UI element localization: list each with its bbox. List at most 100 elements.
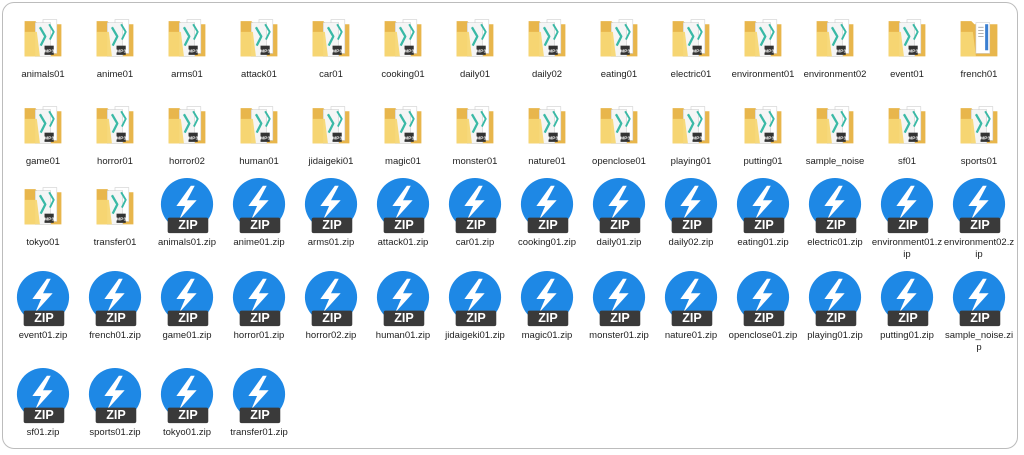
zip-file-item[interactable]: ZIP anime01.zip	[223, 177, 295, 270]
zip-archive-icon: ZIP	[301, 177, 361, 235]
folder-item[interactable]: MP3 car01	[295, 9, 367, 96]
folder-item[interactable]: MP3 electric01	[655, 9, 727, 96]
folder-item[interactable]: MP3 attack01	[223, 9, 295, 96]
mp3-folder-icon: MP3	[373, 9, 433, 67]
zip-file-item[interactable]: ZIP eating01.zip	[727, 177, 799, 270]
zip-file-item[interactable]: ZIP sports01.zip	[79, 367, 151, 448]
folder-item[interactable]: MP3 sf01	[871, 96, 943, 177]
grid-row-5: ZIP sf01.zip ZIP sports01.zip ZIP tokyo0…	[7, 367, 1017, 448]
folder-item[interactable]: MP3 animals01	[7, 9, 79, 96]
folder-item[interactable]: MP3 playing01	[655, 96, 727, 177]
folder-item[interactable]: MP3 horror02	[151, 96, 223, 177]
item-label: monster01.zip	[589, 330, 649, 341]
zip-archive-icon: ZIP	[517, 177, 577, 235]
folder-item[interactable]: MP3 horror01	[79, 96, 151, 177]
zip-file-item[interactable]: ZIP human01.zip	[367, 270, 439, 367]
folder-item[interactable]: MP3 jidaigeki01	[295, 96, 367, 177]
folder-item[interactable]: MP3 nature01	[511, 96, 583, 177]
zip-file-item[interactable]: ZIP sf01.zip	[7, 367, 79, 448]
zip-archive-icon: ZIP	[445, 270, 505, 328]
svg-text:MP3: MP3	[116, 49, 126, 55]
zip-file-item[interactable]: ZIP monster01.zip	[583, 270, 655, 367]
svg-text:MP3: MP3	[44, 49, 54, 55]
folder-item[interactable]: french01	[943, 9, 1015, 96]
svg-text:MP3: MP3	[620, 49, 630, 55]
mp3-folder-icon: MP3	[157, 96, 217, 154]
item-label: eating01.zip	[737, 237, 789, 248]
zip-file-item[interactable]: ZIP electric01.zip	[799, 177, 871, 270]
mp3-folder-icon: MP3	[877, 96, 937, 154]
zip-file-item[interactable]: ZIP cooking01.zip	[511, 177, 583, 270]
svg-text:ZIP: ZIP	[394, 218, 414, 232]
svg-text:ZIP: ZIP	[394, 311, 414, 325]
folder-item[interactable]: MP3 magic01	[367, 96, 439, 177]
zip-file-item[interactable]: ZIP magic01.zip	[511, 270, 583, 367]
folder-item[interactable]: MP3 openclose01	[583, 96, 655, 177]
zip-file-item[interactable]: ZIP daily01.zip	[583, 177, 655, 270]
folder-item[interactable]: MP3 anime01	[79, 9, 151, 96]
folder-item[interactable]: MP3 arms01	[151, 9, 223, 96]
zip-file-item[interactable]: ZIP openclose01.zip	[727, 270, 799, 367]
folder-item[interactable]: MP3 putting01	[727, 96, 799, 177]
svg-text:ZIP: ZIP	[682, 311, 702, 325]
item-label: human01	[239, 156, 279, 167]
svg-text:MP3: MP3	[548, 49, 558, 55]
zip-file-item[interactable]: ZIP sample_noise.zip	[943, 270, 1015, 367]
svg-text:MP3: MP3	[404, 49, 414, 55]
item-label: sf01	[898, 156, 916, 167]
folder-item[interactable]: MP3 eating01	[583, 9, 655, 96]
zip-file-item[interactable]: ZIP playing01.zip	[799, 270, 871, 367]
zip-file-item[interactable]: ZIP arms01.zip	[295, 177, 367, 270]
zip-file-item[interactable]: ZIP environment01.zip	[871, 177, 943, 270]
mp3-folder-icon: MP3	[85, 96, 145, 154]
item-label: jidaigeki01.zip	[445, 330, 505, 341]
zip-file-item[interactable]: ZIP car01.zip	[439, 177, 511, 270]
zip-file-item[interactable]: ZIP daily02.zip	[655, 177, 727, 270]
folder-item[interactable]: MP3 sample_noise	[799, 96, 871, 177]
item-label: car01	[319, 69, 343, 80]
item-label: arms01	[171, 69, 203, 80]
folder-item[interactable]: MP3 environment02	[799, 9, 871, 96]
grid-row-3: MP3 tokyo01 MP3 transfer01 ZIP animals01…	[7, 177, 1017, 270]
zip-file-item[interactable]: ZIP environment02.zip	[943, 177, 1015, 270]
zip-file-item[interactable]: ZIP putting01.zip	[871, 270, 943, 367]
svg-text:ZIP: ZIP	[466, 218, 486, 232]
zip-file-item[interactable]: ZIP animals01.zip	[151, 177, 223, 270]
item-label: sample_noise	[805, 156, 865, 167]
zip-file-item[interactable]: ZIP attack01.zip	[367, 177, 439, 270]
mp3-folder-icon: MP3	[229, 96, 289, 154]
zip-file-item[interactable]: ZIP nature01.zip	[655, 270, 727, 367]
zip-file-item[interactable]: ZIP transfer01.zip	[223, 367, 295, 448]
svg-text:ZIP: ZIP	[178, 218, 198, 232]
item-label: horror02.zip	[305, 330, 357, 341]
zip-file-item[interactable]: ZIP french01.zip	[79, 270, 151, 367]
zip-file-item[interactable]: ZIP horror02.zip	[295, 270, 367, 367]
document-folder-icon	[949, 9, 1009, 67]
zip-archive-icon: ZIP	[805, 270, 865, 328]
item-label: cooking01	[381, 69, 425, 80]
zip-file-item[interactable]: ZIP game01.zip	[151, 270, 223, 367]
zip-file-item[interactable]: ZIP event01.zip	[7, 270, 79, 367]
folder-item[interactable]: MP3 transfer01	[79, 177, 151, 270]
zip-archive-icon: ZIP	[445, 177, 505, 235]
folder-item[interactable]: MP3 daily02	[511, 9, 583, 96]
item-label: sports01.zip	[89, 427, 141, 438]
folder-item[interactable]: MP3 game01	[7, 96, 79, 177]
zip-file-item[interactable]: ZIP jidaigeki01.zip	[439, 270, 511, 367]
folder-item[interactable]: MP3 cooking01	[367, 9, 439, 96]
item-label: openclose01.zip	[728, 330, 798, 341]
zip-file-item[interactable]: ZIP horror01.zip	[223, 270, 295, 367]
folder-item[interactable]: MP3 environment01	[727, 9, 799, 96]
item-label: monster01	[452, 156, 498, 167]
folder-item[interactable]: MP3 sports01	[943, 96, 1015, 177]
folder-item[interactable]: MP3 human01	[223, 96, 295, 177]
svg-text:MP3: MP3	[908, 136, 918, 142]
zip-archive-icon: ZIP	[157, 270, 217, 328]
folder-item[interactable]: MP3 event01	[871, 9, 943, 96]
zip-file-item[interactable]: ZIP tokyo01.zip	[151, 367, 223, 448]
folder-item[interactable]: MP3 monster01	[439, 96, 511, 177]
svg-text:MP3: MP3	[836, 136, 846, 142]
item-label: sf01.zip	[26, 427, 60, 438]
folder-item[interactable]: MP3 daily01	[439, 9, 511, 96]
folder-item[interactable]: MP3 tokyo01	[7, 177, 79, 270]
